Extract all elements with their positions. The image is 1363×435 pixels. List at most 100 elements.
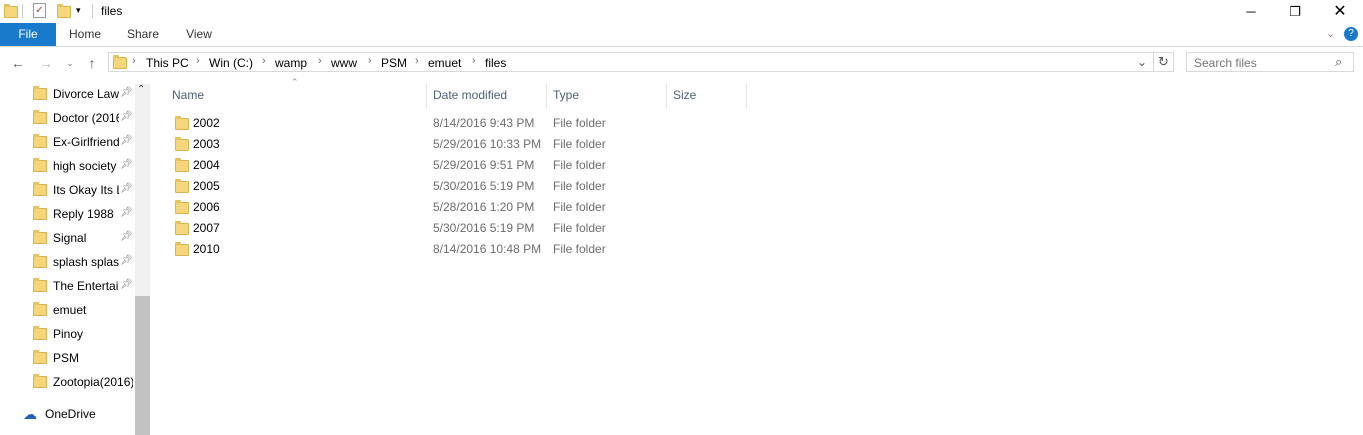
file-date: 8/14/2016 10:48 PM xyxy=(433,242,542,256)
search-box[interactable]: Search files ⌕ xyxy=(1186,52,1354,72)
pin-icon: 📌︎ xyxy=(120,135,133,146)
sidebar-item-label: Zootopia(2016) xyxy=(53,375,133,389)
table-row[interactable]: 2002 8/14/2016 9:43 PM File folder xyxy=(160,113,620,134)
file-date: 8/14/2016 9:43 PM xyxy=(433,116,535,130)
title-bar: ✓ ▾ files ─ ❐ ✕ xyxy=(0,0,1363,23)
sidebar-item-the-entertainer[interactable]: The Entertai 📌︎ xyxy=(0,274,134,298)
file-name: 2007 xyxy=(193,221,220,235)
sidebar-item-onedrive[interactable]: ☁ OneDrive xyxy=(0,402,134,426)
folder-icon xyxy=(4,4,18,18)
column-divider[interactable] xyxy=(426,84,427,108)
chevron-right-icon[interactable]: › xyxy=(196,55,200,67)
chevron-right-icon[interactable]: › xyxy=(368,55,372,67)
scrollbar-thumb[interactable] xyxy=(135,296,150,435)
table-row[interactable]: 2004 5/29/2016 9:51 PM File folder xyxy=(160,155,620,176)
sidebar-item-label: Signal xyxy=(53,231,87,245)
search-icon[interactable]: ⌕ xyxy=(1335,54,1342,70)
divider xyxy=(1153,53,1154,71)
chevron-right-icon[interactable]: › xyxy=(318,55,322,67)
refresh-icon[interactable]: ↻ xyxy=(1158,54,1169,70)
file-date: 5/28/2016 1:20 PM xyxy=(433,200,535,214)
up-button[interactable]: ↑ xyxy=(82,53,102,73)
breadcrumb-this-pc[interactable]: This PC xyxy=(146,56,189,70)
sidebar-item-pinoy[interactable]: Pinoy xyxy=(0,322,134,346)
table-row[interactable]: 2006 5/28/2016 1:20 PM File folder xyxy=(160,197,620,218)
folder-icon xyxy=(113,55,127,69)
chevron-right-icon[interactable]: › xyxy=(415,55,419,67)
folder-icon xyxy=(33,350,47,364)
breadcrumb-files[interactable]: files xyxy=(485,56,506,70)
breadcrumb-wamp[interactable]: wamp xyxy=(275,56,307,70)
search-input[interactable]: Search files xyxy=(1194,56,1257,70)
tab-share[interactable]: Share xyxy=(120,23,166,46)
tab-view[interactable]: View xyxy=(176,23,222,46)
folder-icon xyxy=(175,200,189,214)
tab-file[interactable]: File xyxy=(0,23,56,46)
sidebar-item-high-society[interactable]: high society 📌︎ xyxy=(0,154,134,178)
column-divider[interactable] xyxy=(746,84,747,108)
pin-icon: 📌︎ xyxy=(120,111,133,122)
address-history-icon[interactable]: ⌄ xyxy=(1137,55,1147,69)
recent-locations-icon[interactable]: ⌄ xyxy=(60,53,80,73)
file-date: 5/29/2016 10:33 PM xyxy=(433,137,542,151)
sidebar-item-label: The Entertai xyxy=(53,279,119,293)
column-header-date[interactable]: Date modified xyxy=(433,88,507,102)
sidebar-item-label: Reply 1988 xyxy=(53,207,114,221)
sidebar-item-splash-splash[interactable]: splash splash 📌︎ xyxy=(0,250,134,274)
column-header-name[interactable]: Name xyxy=(172,88,204,102)
sidebar-item-ex-girlfriend[interactable]: Ex-Girlfriend 📌︎ xyxy=(0,130,134,154)
file-date: 5/29/2016 9:51 PM xyxy=(433,158,535,172)
customize-qat-icon[interactable]: ▾ xyxy=(76,5,81,16)
restore-button[interactable]: ❐ xyxy=(1272,0,1318,23)
minimize-button[interactable]: ─ xyxy=(1228,0,1274,23)
file-name: 2010 xyxy=(193,242,220,256)
sidebar-item-label: Ex-Girlfriend xyxy=(53,135,119,149)
chevron-right-icon[interactable]: › xyxy=(262,55,266,67)
pin-icon: 📌︎ xyxy=(120,207,133,218)
new-folder-icon[interactable] xyxy=(57,4,71,18)
forward-button[interactable]: → xyxy=(36,53,56,73)
column-header-type[interactable]: Type xyxy=(553,88,579,102)
chevron-right-icon[interactable]: › xyxy=(472,55,476,67)
file-type: File folder xyxy=(553,116,606,130)
help-icon[interactable]: ? xyxy=(1344,27,1358,41)
folder-icon xyxy=(33,134,47,148)
ribbon-tabs: File Home Share View ⌄ ? xyxy=(0,23,1363,47)
breadcrumb-win-c[interactable]: Win (C:) xyxy=(209,56,253,70)
column-divider[interactable] xyxy=(666,84,667,108)
sidebar-item-emuet[interactable]: emuet xyxy=(0,298,134,322)
address-bar[interactable]: › This PC › Win (C:) › wamp › www › PSM … xyxy=(108,52,1174,72)
sidebar-item-doctor[interactable]: Doctor (2016 📌︎ xyxy=(0,106,134,130)
expand-ribbon-icon[interactable]: ⌄ xyxy=(1326,27,1335,40)
table-row[interactable]: 2007 5/30/2016 5:19 PM File folder xyxy=(160,218,620,239)
folder-icon xyxy=(175,221,189,235)
sidebar-item-its-okay[interactable]: Its Okay Its L 📌︎ xyxy=(0,178,134,202)
chevron-right-icon[interactable]: › xyxy=(132,55,136,67)
table-row[interactable]: 2005 5/30/2016 5:19 PM File folder xyxy=(160,176,620,197)
file-date: 5/30/2016 5:19 PM xyxy=(433,221,535,235)
breadcrumb-psm[interactable]: PSM xyxy=(381,56,407,70)
sidebar-item-divorce-law[interactable]: Divorce Law 📌︎ xyxy=(0,82,134,106)
folder-icon xyxy=(33,182,47,196)
sidebar-item-signal[interactable]: Signal 📌︎ xyxy=(0,226,134,250)
back-button[interactable]: ← xyxy=(8,53,28,73)
table-row[interactable]: 2010 8/14/2016 10:48 PM File folder xyxy=(160,239,620,260)
column-header-size[interactable]: Size xyxy=(673,88,696,102)
scroll-up-icon[interactable]: ⌃ xyxy=(137,84,145,95)
tab-home[interactable]: Home xyxy=(62,23,108,46)
breadcrumb-emuet[interactable]: emuet xyxy=(428,56,461,70)
close-button[interactable]: ✕ xyxy=(1317,0,1363,23)
file-name: 2005 xyxy=(193,179,220,193)
column-divider[interactable] xyxy=(546,84,547,108)
breadcrumb-www[interactable]: www xyxy=(331,56,357,70)
sidebar-item-label: PSM xyxy=(53,351,80,365)
properties-icon[interactable]: ✓ xyxy=(33,3,46,18)
folder-icon xyxy=(33,374,47,388)
sidebar-item-reply-1988[interactable]: Reply 1988 📌︎ xyxy=(0,202,134,226)
sidebar-item-psm[interactable]: PSM xyxy=(0,346,134,370)
pin-icon: 📌︎ xyxy=(120,231,133,242)
table-row[interactable]: 2003 5/29/2016 10:33 PM File folder xyxy=(160,134,620,155)
file-type: File folder xyxy=(553,221,606,235)
sidebar-item-zootopia[interactable]: Zootopia(2016) xyxy=(0,370,134,394)
folder-icon xyxy=(175,179,189,193)
